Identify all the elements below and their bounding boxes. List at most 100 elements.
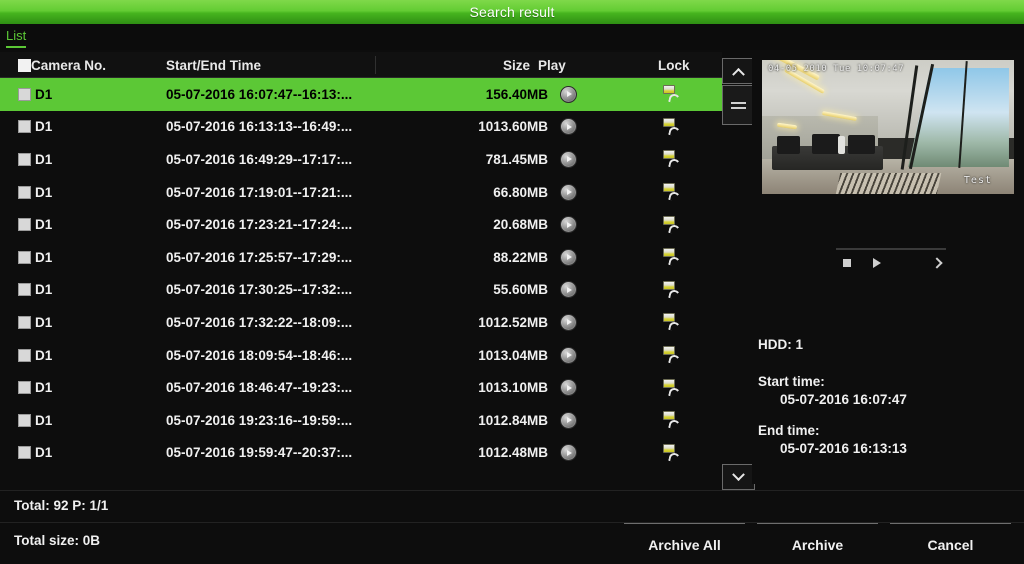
- row-camera-cell: D1: [18, 119, 52, 134]
- row-checkbox[interactable]: [18, 87, 31, 101]
- row-size-cell: 1012.84MB: [478, 412, 548, 428]
- table-row[interactable]: D1 05-07-2016 16:07:47--16:13:... 156.40MB: [0, 78, 722, 111]
- video-preview[interactable]: 04-05 2010 Tue 10:07:47 Test: [762, 60, 1014, 194]
- row-camera-label: D1: [35, 249, 53, 265]
- row-camera-label: D1: [35, 347, 53, 363]
- status-bar-actions: Total size: 0B Archive All Archive Cance…: [0, 522, 1024, 564]
- preview-panel: 04-05 2010 Tue 10:07:47 Test HDD: 1 Star…: [752, 52, 1024, 484]
- play-icon: [873, 258, 881, 268]
- row-camera-label: D1: [35, 282, 53, 298]
- playback-progress-bar[interactable]: [836, 248, 946, 250]
- row-size-cell: 88.22MB: [493, 249, 548, 265]
- row-checkbox[interactable]: [18, 250, 31, 264]
- header-camera-label: Camera No.: [31, 57, 107, 73]
- row-play-button[interactable]: [560, 150, 577, 168]
- play-circle-icon: [560, 411, 577, 429]
- row-camera-cell: D1: [18, 87, 52, 102]
- table-row[interactable]: D1 05-07-2016 17:23:21--17:24:... 20.68MB: [0, 208, 722, 241]
- row-camera-cell: D1: [18, 413, 52, 428]
- row-checkbox[interactable]: [18, 348, 31, 362]
- play-circle-icon: [560, 313, 577, 331]
- row-camera-label: D1: [35, 217, 53, 233]
- grip-line-icon: [731, 106, 746, 109]
- scroll-down-button[interactable]: [722, 464, 755, 490]
- row-play-button[interactable]: [560, 118, 577, 136]
- play-circle-icon: [560, 444, 577, 462]
- table-row[interactable]: D1 05-07-2016 19:23:16--19:59:... 1012.84M…: [0, 404, 722, 437]
- row-camera-label: D1: [35, 151, 53, 167]
- row-play-button[interactable]: [560, 411, 577, 429]
- scene-bottle: [837, 136, 846, 154]
- row-size-cell: 1013.10MB: [478, 380, 548, 396]
- end-time-value: 05-07-2016 16:13:13: [780, 441, 907, 456]
- archive-button[interactable]: Archive: [757, 523, 878, 564]
- row-checkbox[interactable]: [18, 413, 31, 427]
- row-play-button[interactable]: [560, 183, 577, 201]
- table-row[interactable]: D1 05-07-2016 19:59:47--20:37:... 1012.48M…: [0, 437, 722, 470]
- row-camera-label: D1: [35, 314, 53, 330]
- header-start-end-time: Start/End Time: [166, 57, 262, 73]
- row-play-button[interactable]: [560, 346, 577, 364]
- row-checkbox[interactable]: [18, 315, 31, 329]
- stop-button[interactable]: [832, 253, 862, 273]
- preview-watermark: Test: [963, 175, 992, 186]
- status-bar-total: Total: 92 P: 1/1: [0, 490, 1024, 522]
- cancel-button[interactable]: Cancel: [890, 523, 1011, 564]
- table-row[interactable]: D1 05-07-2016 16:49:29--17:17:... 781.45MB: [0, 143, 722, 176]
- table-row[interactable]: D1 05-07-2016 17:32:22--18:09:... 1012.52M…: [0, 306, 722, 339]
- row-size-cell: 66.80MB: [493, 184, 548, 200]
- play-circle-icon: [560, 85, 577, 103]
- table-row[interactable]: D1 05-07-2016 18:09:54--18:46:... 1013.04M…: [0, 339, 722, 372]
- row-size-cell: 1012.52MB: [478, 314, 548, 330]
- grip-line-icon: [731, 101, 746, 104]
- row-play-button[interactable]: [560, 248, 577, 266]
- tab-strip: List: [0, 24, 1024, 50]
- row-time-cell: 05-07-2016 19:23:16--19:59:...: [166, 412, 353, 428]
- row-time-cell: 05-07-2016 17:32:22--18:09:...: [166, 314, 353, 330]
- play-circle-icon: [560, 183, 577, 201]
- row-camera-cell: D1: [18, 348, 52, 363]
- row-size-cell: 781.45MB: [485, 151, 548, 167]
- chevron-up-icon: [732, 67, 745, 81]
- results-table: Camera No. Start/End Time Size Play Lock…: [0, 52, 722, 484]
- end-time-label: End time:: [758, 423, 820, 438]
- row-checkbox[interactable]: [18, 120, 31, 134]
- tab-list[interactable]: List: [6, 28, 27, 48]
- row-play-button[interactable]: [560, 444, 577, 462]
- row-checkbox[interactable]: [18, 283, 31, 297]
- row-play-button[interactable]: [560, 313, 577, 331]
- scrollbar-thumb[interactable]: [722, 85, 755, 125]
- page-title: Search result: [469, 4, 555, 20]
- row-checkbox[interactable]: [18, 381, 31, 395]
- row-checkbox[interactable]: [18, 185, 31, 199]
- table-row[interactable]: D1 05-07-2016 18:46:47--19:23:... 1013.10M…: [0, 371, 722, 404]
- table-row[interactable]: D1 05-07-2016 17:25:57--17:29:... 88.22MB: [0, 241, 722, 274]
- play-button[interactable]: [862, 253, 892, 273]
- next-button[interactable]: [922, 253, 952, 273]
- row-checkbox[interactable]: [18, 446, 31, 460]
- row-play-button[interactable]: [560, 281, 577, 299]
- title-bar: Search result: [0, 0, 1024, 24]
- start-time-label: Start time:: [758, 374, 825, 389]
- table-row[interactable]: D1 05-07-2016 16:13:13--16:49:... 1013.60M…: [0, 111, 722, 144]
- row-play-button[interactable]: [560, 216, 577, 234]
- select-all-checkbox[interactable]: [18, 58, 31, 72]
- table-row[interactable]: D1 05-07-2016 17:30:25--17:32:... 55.60MB: [0, 274, 722, 307]
- scroll-up-button[interactable]: [722, 58, 755, 84]
- header-column-divider: [375, 56, 376, 74]
- row-size-cell: 20.68MB: [493, 217, 548, 233]
- row-time-cell: 05-07-2016 16:13:13--16:49:...: [166, 119, 353, 135]
- row-checkbox[interactable]: [18, 152, 31, 166]
- row-size-cell: 1013.60MB: [478, 119, 548, 135]
- row-checkbox[interactable]: [18, 218, 31, 232]
- preview-timestamp-overlay: 04-05 2010 Tue 10:07:47: [768, 64, 905, 74]
- table-row[interactable]: D1 05-07-2016 17:19:01--17:21:... 66.80MB: [0, 176, 722, 209]
- hdd-label: HDD: 1: [758, 337, 804, 352]
- archive-all-button[interactable]: Archive All: [624, 523, 745, 564]
- row-play-button[interactable]: [560, 85, 577, 103]
- row-time-cell: 05-07-2016 18:46:47--19:23:...: [166, 380, 353, 396]
- row-play-button[interactable]: [560, 379, 577, 397]
- row-camera-label: D1: [35, 184, 53, 200]
- row-camera-label: D1: [35, 86, 53, 102]
- record-details: HDD: 1 Start time: 05-07-2016 16:07:47 E…: [758, 337, 1024, 472]
